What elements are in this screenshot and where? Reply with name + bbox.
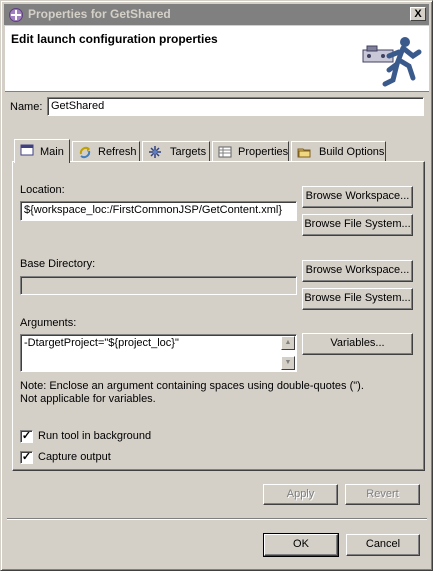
arguments-value: -DtargetProject="${project_loc}"	[24, 337, 179, 349]
tab-refresh[interactable]: Refresh	[72, 141, 140, 162]
location-label: Location:	[20, 184, 65, 196]
arguments-note-line2: Not applicable for variables.	[20, 393, 156, 405]
base-directory-browse-file-system-button[interactable]: Browse File System...	[302, 288, 413, 310]
base-directory-browse-workspace-button[interactable]: Browse Workspace...	[302, 260, 413, 282]
name-value: GetShared	[51, 100, 105, 112]
tab-main[interactable]: Main	[14, 139, 70, 163]
scroll-up-button[interactable]: ▲	[281, 336, 295, 350]
close-button[interactable]: X	[410, 7, 426, 21]
base-directory-field[interactable]	[20, 276, 297, 295]
revert-button[interactable]: Revert	[345, 484, 420, 505]
properties-table-icon	[218, 146, 232, 158]
cancel-button[interactable]: Cancel	[346, 534, 420, 556]
dialog-header: Edit launch configuration properties	[5, 26, 429, 92]
eclipse-app-icon	[9, 8, 23, 22]
arguments-note-line1: Note: Enclose an argument containing spa…	[20, 380, 364, 392]
run-in-background-checkbox[interactable]: ✓	[20, 430, 33, 443]
arguments-label: Arguments:	[20, 317, 77, 329]
properties-dialog: Properties for GetShared X Edit launch c…	[0, 0, 433, 571]
header-heading: Edit launch configuration properties	[11, 32, 218, 46]
ok-button[interactable]: OK	[263, 533, 339, 557]
tab-targets[interactable]: Targets	[142, 141, 210, 162]
variables-button[interactable]: Variables...	[302, 333, 413, 355]
footer-separator	[7, 518, 427, 520]
location-browse-workspace-button[interactable]: Browse Workspace...	[302, 186, 413, 208]
location-value: ${workspace_loc:/FirstCommonJSP/GetConte…	[24, 204, 282, 216]
title-bar[interactable]: Properties for GetShared X	[4, 4, 429, 25]
tab-build-options[interactable]: Build Options	[291, 141, 386, 162]
tab-properties[interactable]: Properties	[212, 141, 289, 162]
tab-properties-label: Properties	[238, 146, 289, 158]
capture-output-label: Capture output	[38, 451, 111, 463]
base-directory-label: Base Directory:	[20, 258, 96, 270]
tab-targets-label: Targets	[170, 146, 207, 158]
window-title: Properties for GetShared	[28, 7, 171, 21]
apply-button[interactable]: Apply	[263, 484, 338, 505]
run-in-background-label: Run tool in background	[38, 430, 152, 442]
main-tab-icon	[20, 144, 34, 156]
refresh-icon	[79, 146, 91, 159]
name-field[interactable]: GetShared	[47, 97, 424, 116]
tab-refresh-label: Refresh	[98, 146, 137, 158]
location-field[interactable]: ${workspace_loc:/FirstCommonJSP/GetConte…	[20, 201, 297, 221]
tab-build-options-label: Build Options	[319, 146, 385, 158]
tab-main-label: Main	[40, 146, 64, 158]
capture-output-checkbox[interactable]: ✓	[20, 451, 33, 464]
external-tools-banner-icon	[359, 30, 427, 90]
scroll-down-button[interactable]: ▼	[281, 356, 295, 370]
name-label: Name:	[10, 101, 43, 113]
location-browse-file-system-button[interactable]: Browse File System...	[302, 214, 413, 236]
targets-icon	[149, 146, 161, 158]
arguments-textarea[interactable]: -DtargetProject="${project_loc}" ▲ ▼	[20, 334, 297, 372]
build-options-icon	[297, 148, 311, 158]
